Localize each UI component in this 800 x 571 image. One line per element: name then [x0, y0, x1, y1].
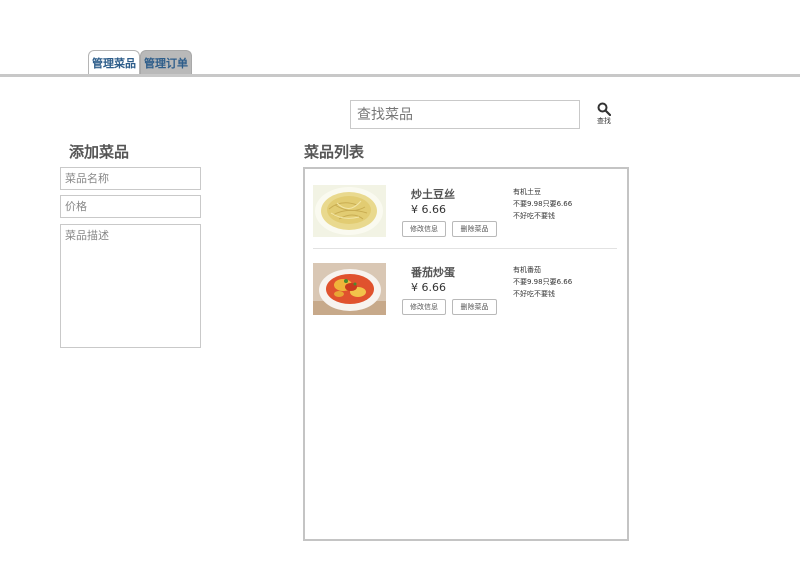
dish-name-field[interactable]: [60, 167, 201, 190]
dish-item: 炒土豆丝 ¥ 6.66 修改信息 删除菜品 有机土豆 不要9.98只要6.66 …: [305, 181, 627, 251]
dish-price: ¥ 6.66: [411, 203, 446, 216]
search-icon: [597, 102, 611, 116]
dish-description: 有机番茄 不要9.98只要6.66 不好吃不要钱: [513, 264, 572, 300]
price-field[interactable]: [60, 195, 201, 218]
delete-dish-button[interactable]: 删除菜品: [452, 221, 497, 237]
dish-description-line: 不好吃不要钱: [513, 290, 555, 298]
dish-description-line: 有机土豆: [513, 188, 541, 196]
dish-image: [313, 263, 386, 315]
search-button-label: 查找: [597, 117, 611, 125]
add-dish-heading: 添加菜品: [69, 143, 130, 161]
description-field[interactable]: [60, 224, 201, 348]
nav-tabs: 管理菜品 管理订单: [88, 50, 192, 76]
dish-description: 有机土豆 不要9.98只要6.66 不好吃不要钱: [513, 186, 572, 222]
tab-manage-orders[interactable]: 管理订单: [140, 50, 192, 76]
delete-dish-button[interactable]: 删除菜品: [452, 299, 497, 315]
header-divider: [0, 74, 800, 77]
dish-description-line: 不要9.98只要6.66: [513, 278, 573, 286]
dish-name: 炒土豆丝: [411, 188, 455, 201]
dish-list: 炒土豆丝 ¥ 6.66 修改信息 删除菜品 有机土豆 不要9.98只要6.66 …: [303, 167, 629, 541]
edit-dish-button[interactable]: 修改信息: [402, 221, 446, 237]
dish-description-line: 不要9.98只要6.66: [513, 200, 573, 208]
dish-item: 番茄炒蛋 ¥ 6.66 修改信息 删除菜品 有机番茄 不要9.98只要6.66 …: [305, 259, 627, 329]
dish-price: ¥ 6.66: [411, 281, 446, 294]
search-input[interactable]: [350, 100, 580, 129]
dish-list-heading: 菜品列表: [304, 143, 365, 161]
dish-image: [313, 185, 386, 237]
search-button[interactable]: 查找: [592, 102, 616, 130]
tab-manage-dishes[interactable]: 管理菜品: [88, 50, 140, 76]
dish-description-line: 有机番茄: [513, 266, 541, 274]
edit-dish-button[interactable]: 修改信息: [402, 299, 446, 315]
dish-name: 番茄炒蛋: [411, 266, 455, 279]
dish-description-line: 不好吃不要钱: [513, 212, 555, 220]
list-divider: [313, 248, 617, 249]
